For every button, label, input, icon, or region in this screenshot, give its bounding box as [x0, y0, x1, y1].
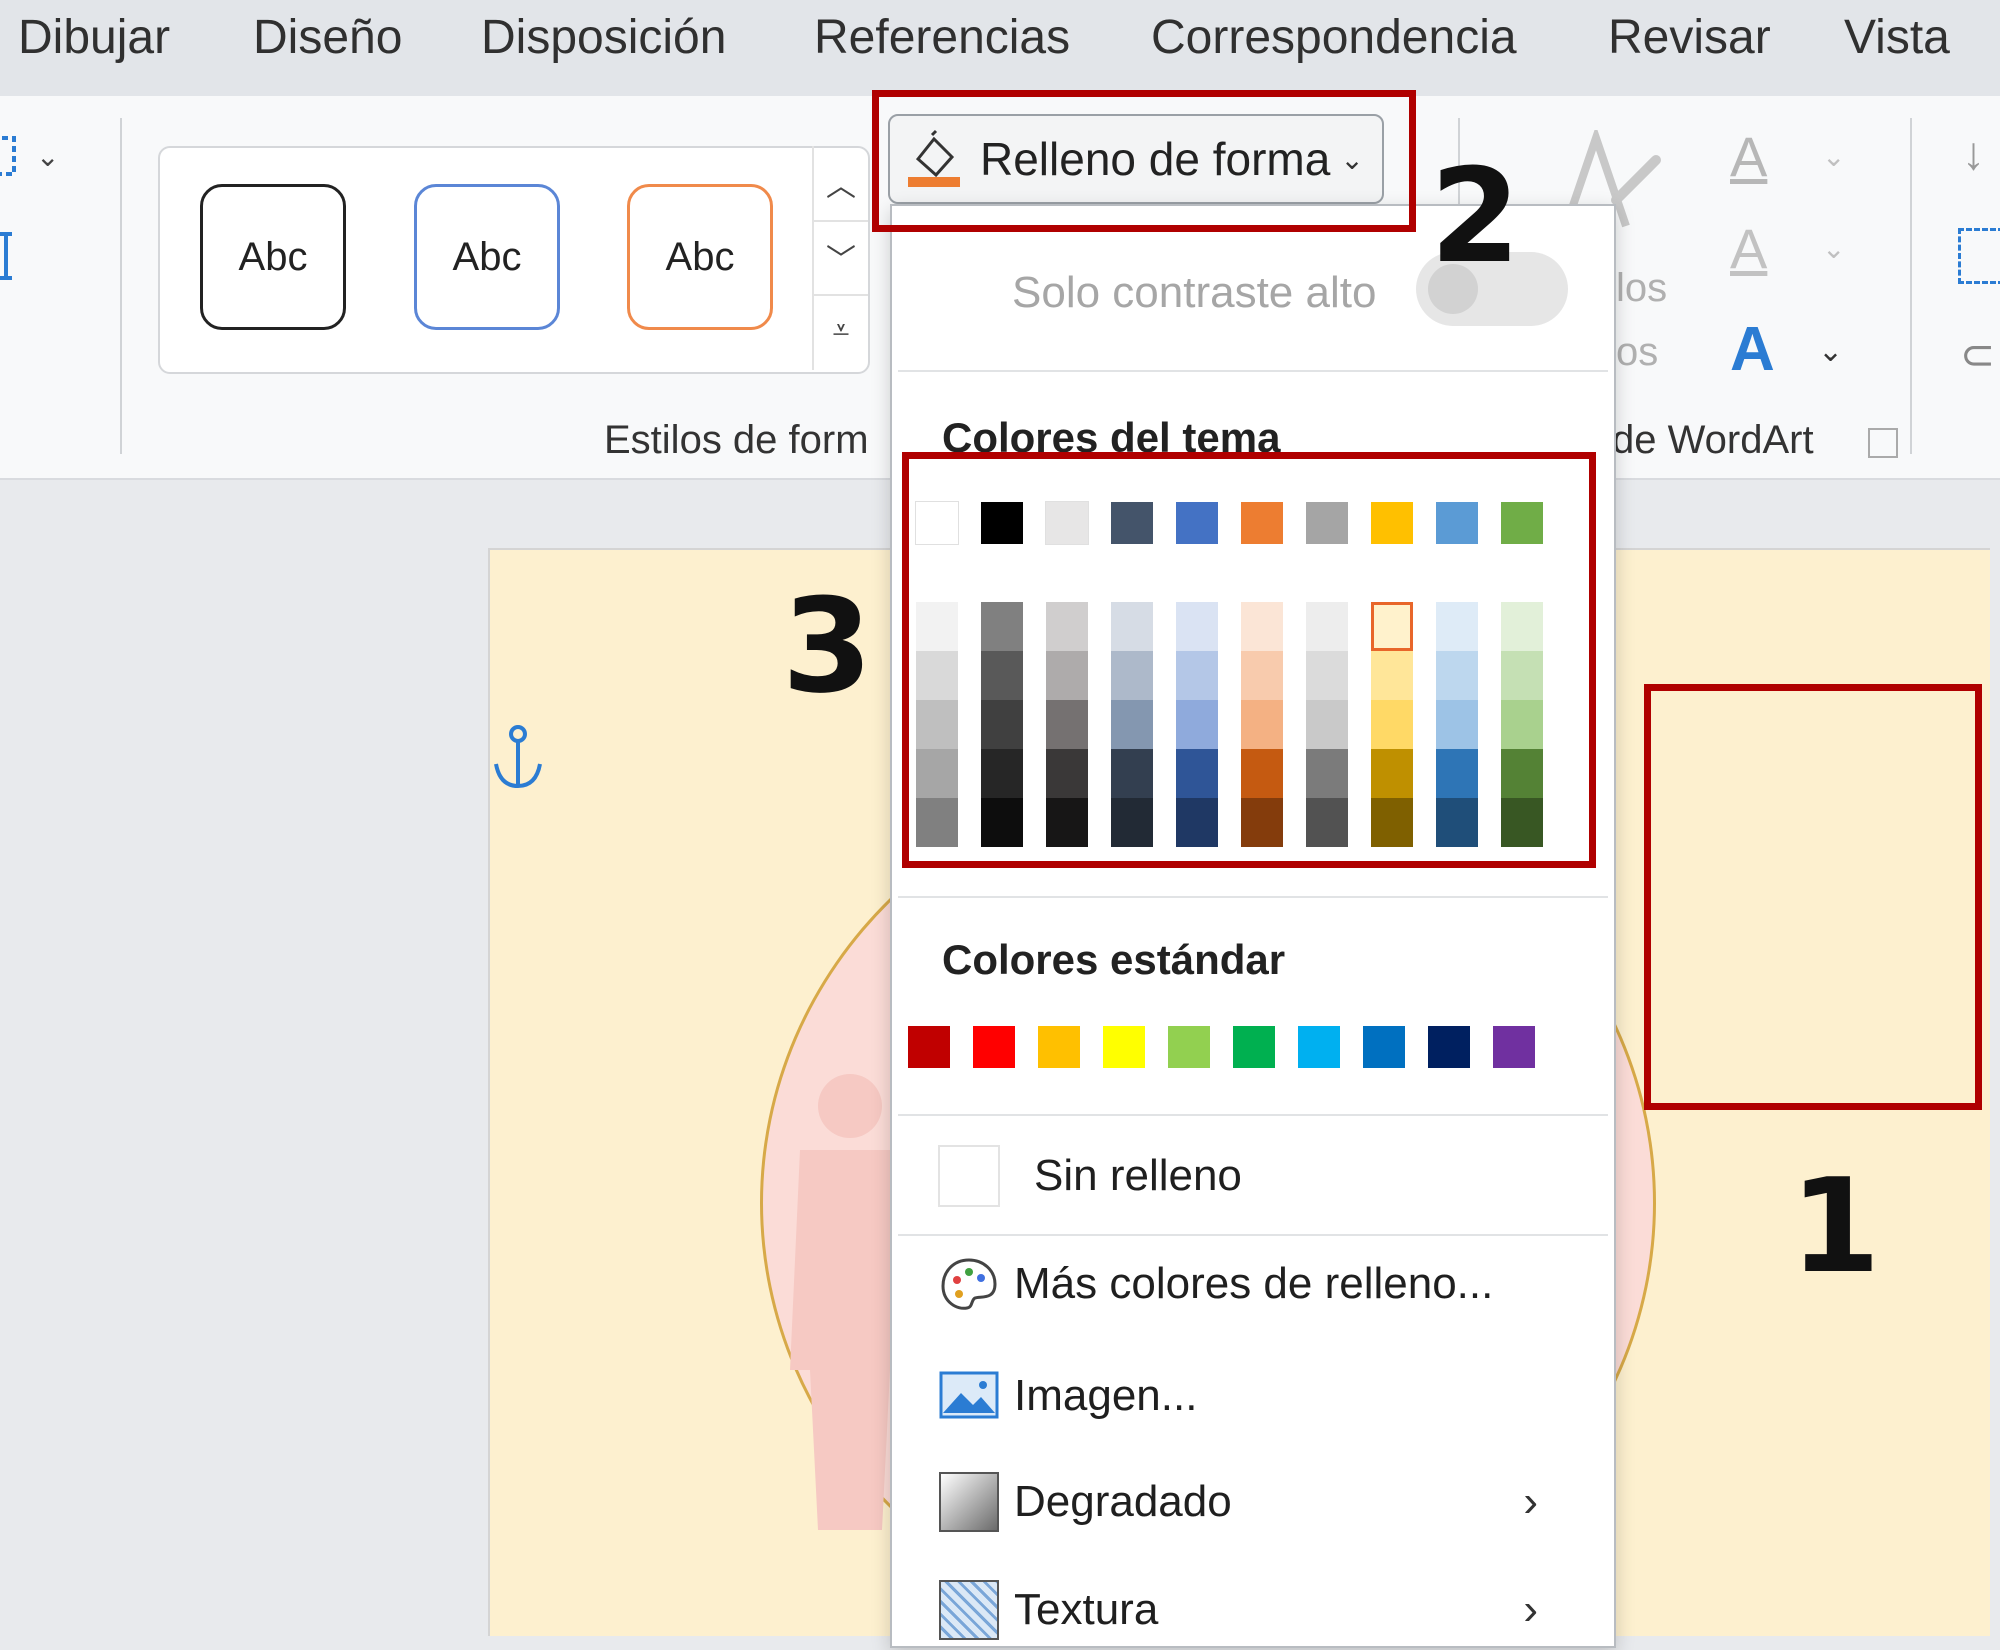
- no-fill-item[interactable]: Sin relleno: [938, 1136, 1242, 1216]
- high-contrast-label: Solo contraste alto: [1012, 268, 1377, 317]
- style-preview-black[interactable]: Abc: [200, 184, 346, 330]
- standard-color-swatch[interactable]: [1038, 1026, 1080, 1068]
- chevron-down-icon[interactable]: ﹀: [814, 220, 868, 296]
- style-preview-orange[interactable]: Abc: [627, 184, 773, 330]
- texture-icon: [938, 1579, 1000, 1641]
- tab-revisar[interactable]: Revisar: [1608, 10, 1771, 65]
- tab-dibujar[interactable]: Dibujar: [18, 10, 170, 65]
- arrange-icon[interactable]: ↓: [1962, 126, 1985, 180]
- text-box-icon[interactable]: [0, 228, 20, 284]
- gradient-item[interactable]: Degradado ›: [938, 1462, 1568, 1542]
- divider: [898, 896, 1608, 898]
- chevron-down-icon[interactable]: ⌄: [1822, 232, 1845, 265]
- ribbon-separator: [1910, 118, 1912, 454]
- gallery-expand-icon[interactable]: ⩡: [814, 294, 868, 368]
- annotation-box-1: [1644, 684, 1982, 1110]
- divider: [898, 1234, 1608, 1236]
- chevron-up-icon[interactable]: ︿: [814, 146, 868, 222]
- gallery-scroll: ︿ ﹀ ⩡: [812, 146, 868, 370]
- standard-color-swatch[interactable]: [1363, 1026, 1405, 1068]
- text-outline-icon[interactable]: A: [1730, 216, 1767, 281]
- palette-icon: [938, 1253, 1000, 1315]
- tab-referencias[interactable]: Referencias: [814, 10, 1070, 65]
- shape-fill-dropdown: Solo contraste alto Colores del tema Col…: [890, 204, 1616, 1648]
- menu-bar: Dibujar Diseño Disposición Referencias C…: [0, 0, 2000, 96]
- ribbon-separator: [120, 118, 122, 454]
- standard-color-swatch[interactable]: [1428, 1026, 1470, 1068]
- texture-label: Textura: [1014, 1585, 1159, 1634]
- partial-label: os: [1616, 330, 1659, 374]
- align-icon[interactable]: [1958, 228, 2000, 284]
- gradient-label: Degradado: [1014, 1477, 1232, 1526]
- standard-color-swatch[interactable]: [1233, 1026, 1275, 1068]
- picture-item[interactable]: Imagen...: [938, 1356, 1197, 1436]
- tab-correspondencia[interactable]: Correspondencia: [1151, 10, 1517, 65]
- standard-colors-title: Colores estándar: [942, 936, 1286, 983]
- annotation-number-2: 2: [1430, 140, 1521, 292]
- group-label-wordart: de WordArt: [1612, 418, 1814, 462]
- tab-disposicion[interactable]: Disposición: [481, 10, 726, 65]
- no-fill-swatch: [938, 1145, 1000, 1207]
- annotation-number-3: 3: [782, 570, 873, 722]
- dialog-launcher-icon[interactable]: [1868, 428, 1898, 458]
- picture-icon: [938, 1365, 1000, 1427]
- standard-color-swatch[interactable]: [1103, 1026, 1145, 1068]
- standard-color-swatch[interactable]: [1298, 1026, 1340, 1068]
- divider: [898, 1114, 1608, 1116]
- picture-label: Imagen...: [1014, 1371, 1198, 1420]
- no-fill-label: Sin relleno: [1034, 1151, 1242, 1200]
- chevron-down-icon[interactable]: ⌄: [1822, 140, 1845, 173]
- gradient-icon: [938, 1471, 1000, 1533]
- tab-vista[interactable]: Vista: [1844, 10, 1950, 65]
- annotation-box-3: [902, 452, 1596, 868]
- edit-shape-icon[interactable]: [0, 134, 20, 180]
- annotation-number-1: 1: [1790, 1150, 1881, 1302]
- tab-diseno[interactable]: Diseño: [253, 10, 402, 65]
- more-fill-colors-label: Más colores de relleno...: [1014, 1259, 1494, 1308]
- anchor-icon: [490, 724, 546, 790]
- chevron-down-icon[interactable]: ⌄: [1818, 334, 1843, 369]
- group-label-shape-styles: Estilos de form: [604, 418, 869, 462]
- style-preview-blue[interactable]: Abc: [414, 184, 560, 330]
- partial-label: los: [1616, 266, 1668, 310]
- text-effects-icon[interactable]: A: [1730, 314, 1775, 385]
- chevron-right-icon: ›: [1523, 1585, 1538, 1634]
- text-fill-icon[interactable]: A: [1730, 124, 1767, 189]
- standard-color-swatch[interactable]: [1493, 1026, 1535, 1068]
- standard-color-swatch[interactable]: [908, 1026, 950, 1068]
- group-objects-icon[interactable]: ⊂: [1960, 330, 1995, 379]
- annotation-box-2: [872, 90, 1416, 232]
- chevron-down-icon[interactable]: ⌄: [36, 140, 59, 173]
- chevron-right-icon: ›: [1523, 1477, 1538, 1526]
- standard-color-swatch[interactable]: [1168, 1026, 1210, 1068]
- more-fill-colors-item[interactable]: Más colores de relleno...: [938, 1244, 1493, 1324]
- divider: [898, 370, 1608, 372]
- standard-color-swatch[interactable]: [973, 1026, 1015, 1068]
- texture-item[interactable]: Textura ›: [938, 1570, 1568, 1650]
